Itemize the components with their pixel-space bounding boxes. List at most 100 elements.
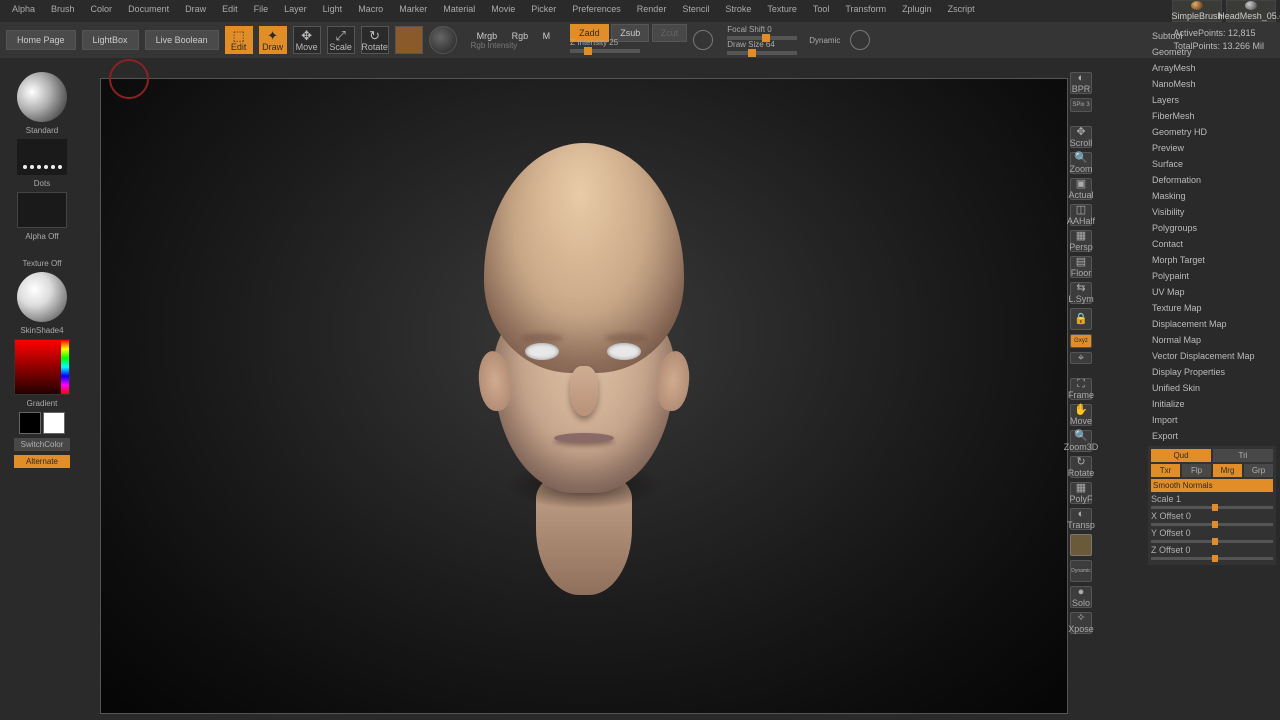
section-deformation[interactable]: Deformation (1148, 172, 1276, 188)
mrgb-button[interactable]: Mrgb (471, 31, 504, 41)
menu-document[interactable]: Document (120, 4, 177, 14)
zoom-button[interactable]: 🔍Zoom (1070, 152, 1092, 174)
swatch-secondary[interactable] (19, 412, 41, 434)
z-offset-slider[interactable]: Z Offset 0 (1151, 545, 1273, 560)
live-boolean-button[interactable]: Live Boolean (145, 30, 219, 50)
slot-headmesh[interactable]: HeadMesh_05.c (1226, 0, 1276, 22)
solo-button[interactable]: ●Solo (1070, 586, 1092, 608)
xyz-button[interactable]: ⌖ (1070, 352, 1092, 364)
section-normalmap[interactable]: Normal Map (1148, 332, 1276, 348)
x-offset-slider[interactable]: X Offset 0 (1151, 511, 1273, 526)
section-geometry[interactable]: Geometry (1148, 44, 1276, 60)
section-nanomesh[interactable]: NanoMesh (1148, 76, 1276, 92)
focal-shift-slider[interactable] (727, 36, 797, 40)
section-surface[interactable]: Surface (1148, 156, 1276, 172)
menu-stroke[interactable]: Stroke (717, 4, 759, 14)
section-import[interactable]: Import (1148, 412, 1276, 428)
menu-picker[interactable]: Picker (523, 4, 564, 14)
spix-button[interactable]: SPix 3 (1070, 98, 1092, 112)
rgb-button[interactable]: Rgb (506, 31, 535, 41)
section-masking[interactable]: Masking (1148, 188, 1276, 204)
section-contact[interactable]: Contact (1148, 236, 1276, 252)
focal-shift-icon[interactable] (693, 30, 713, 50)
section-polygroups[interactable]: Polygroups (1148, 220, 1276, 236)
xpose-button[interactable]: ✧Xpose (1070, 612, 1092, 634)
export-txr-button[interactable]: Txr (1151, 464, 1180, 477)
switch-color-button[interactable]: SwitchColor (14, 438, 70, 451)
export-tri-button[interactable]: Tri (1213, 449, 1273, 462)
menu-zplugin[interactable]: Zplugin (894, 4, 940, 14)
viewport[interactable] (100, 78, 1068, 714)
scale-slider[interactable]: Scale 1 (1151, 494, 1273, 509)
section-texturemap[interactable]: Texture Map (1148, 300, 1276, 316)
alternate-button[interactable]: Alternate (14, 455, 70, 468)
home-page-button[interactable]: Home Page (6, 30, 76, 50)
smooth-normals-button[interactable]: Smooth Normals (1151, 479, 1273, 492)
section-morphtarget[interactable]: Morph Target (1148, 252, 1276, 268)
move3d-button[interactable]: ✋Move (1070, 404, 1092, 426)
menu-material[interactable]: Material (435, 4, 483, 14)
lightbox-button[interactable]: LightBox (82, 30, 139, 50)
draw-mode-button[interactable]: ✦Draw (259, 26, 287, 54)
menu-transform[interactable]: Transform (837, 4, 894, 14)
menu-layer[interactable]: Layer (276, 4, 315, 14)
scroll-button[interactable]: ✥Scroll (1070, 126, 1092, 148)
section-polypaint[interactable]: Polypaint (1148, 268, 1276, 284)
tool-thumbnail[interactable] (1070, 534, 1092, 556)
zoom3d-button[interactable]: 🔍Zoom3D (1070, 430, 1092, 452)
rotate-mode-button[interactable]: ↻Rotate (361, 26, 389, 54)
menu-tool[interactable]: Tool (805, 4, 838, 14)
section-geometryhd[interactable]: Geometry HD (1148, 124, 1276, 140)
section-fibermesh[interactable]: FiberMesh (1148, 108, 1276, 124)
menu-file[interactable]: File (246, 4, 277, 14)
color-picker[interactable] (14, 339, 70, 395)
export-flp-button[interactable]: Flp (1182, 464, 1211, 477)
draw-size-icon[interactable] (850, 30, 870, 50)
m-button[interactable]: M (537, 31, 557, 41)
section-uvmap[interactable]: UV Map (1148, 284, 1276, 300)
section-layers[interactable]: Layers (1148, 92, 1276, 108)
menu-brush[interactable]: Brush (43, 4, 83, 14)
section-displacementmap[interactable]: Displacement Map (1148, 316, 1276, 332)
transp-button[interactable]: ◐Transp (1070, 508, 1092, 530)
section-unifiedskin[interactable]: Unified Skin (1148, 380, 1276, 396)
persp-button[interactable]: ▦Persp (1070, 230, 1092, 252)
z-intensity-slider[interactable] (570, 49, 640, 53)
menu-edit[interactable]: Edit (214, 4, 246, 14)
menu-texture[interactable]: Texture (759, 4, 805, 14)
menu-color[interactable]: Color (83, 4, 121, 14)
menu-draw[interactable]: Draw (177, 4, 214, 14)
frame-button[interactable]: ⛶Frame (1070, 378, 1092, 400)
menu-macro[interactable]: Macro (350, 4, 391, 14)
material-preview[interactable] (429, 26, 457, 54)
export-qud-button[interactable]: Qud (1151, 449, 1211, 462)
floor-button[interactable]: ▤Floor (1070, 256, 1092, 278)
aahalf-button[interactable]: ◫AAHalf (1070, 204, 1092, 226)
stroke-preview[interactable] (17, 139, 67, 175)
export-mrg-button[interactable]: Mrg (1213, 464, 1242, 477)
section-subtool[interactable]: Subtool (1148, 28, 1276, 44)
lock-icon[interactable]: 🔒 (1070, 308, 1092, 330)
rotate3d-button[interactable]: ↻Rotate (1070, 456, 1092, 478)
section-visibility[interactable]: Visibility (1148, 204, 1276, 220)
gxyz-button[interactable]: Gxyz (1070, 334, 1092, 348)
section-arraymesh[interactable]: ArrayMesh (1148, 60, 1276, 76)
menu-alpha[interactable]: Alpha (4, 4, 43, 14)
menu-zscript[interactable]: Zscript (940, 4, 983, 14)
brush-preview[interactable] (17, 72, 67, 122)
section-vectordisplacement[interactable]: Vector Displacement Map (1148, 348, 1276, 364)
export-grp-button[interactable]: Grp (1244, 464, 1273, 477)
actual-button[interactable]: ▣Actual (1070, 178, 1092, 200)
menu-render[interactable]: Render (629, 4, 675, 14)
move-mode-button[interactable]: ✥Move (293, 26, 321, 54)
scale-mode-button[interactable]: ⤢Scale (327, 26, 355, 54)
menu-light[interactable]: Light (315, 4, 351, 14)
menu-marker[interactable]: Marker (391, 4, 435, 14)
section-displayproperties[interactable]: Display Properties (1148, 364, 1276, 380)
alpha-preview[interactable] (17, 192, 67, 228)
menu-movie[interactable]: Movie (483, 4, 523, 14)
material-preview-left[interactable] (17, 272, 67, 322)
y-offset-slider[interactable]: Y Offset 0 (1151, 528, 1273, 543)
gradient-label[interactable]: Gradient (27, 399, 58, 408)
polyf-button[interactable]: ▦PolyF (1070, 482, 1092, 504)
